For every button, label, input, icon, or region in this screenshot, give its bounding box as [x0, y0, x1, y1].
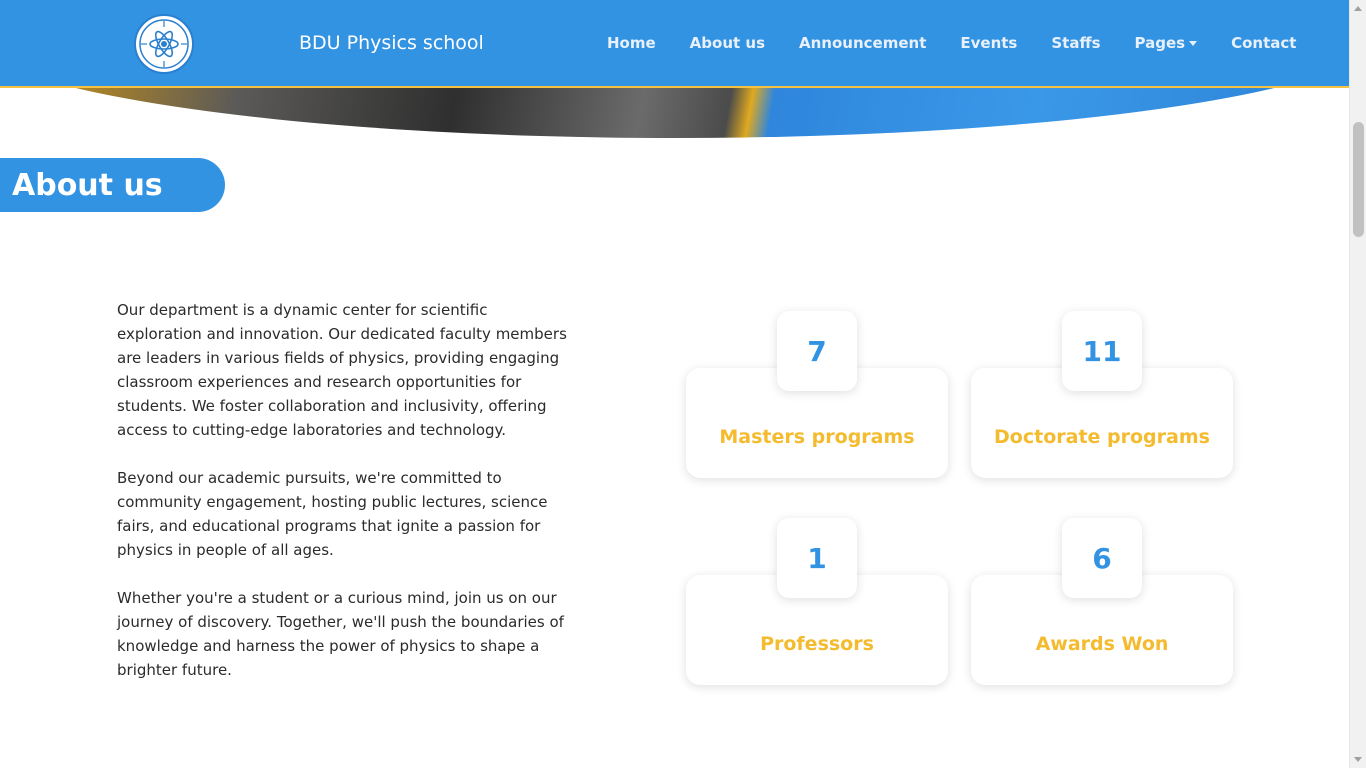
stat-number-box: 11 — [1062, 311, 1142, 391]
nav-about-us[interactable]: About us — [690, 34, 765, 52]
stat-number-box: 7 — [777, 311, 857, 391]
nav-announcement[interactable]: Announcement — [799, 34, 926, 52]
scroll-down-arrow-icon[interactable] — [1354, 757, 1362, 762]
nav-staffs-label: Staffs — [1051, 34, 1101, 52]
stat-number: 11 — [1082, 334, 1122, 368]
stat-doctorate-programs: 11 Doctorate programs — [971, 311, 1233, 486]
stat-label: Awards Won — [1035, 633, 1169, 655]
scrollbar-thumb[interactable] — [1353, 122, 1364, 237]
about-paragraph: Our department is a dynamic center for s… — [117, 301, 567, 439]
nav-about-us-label: About us — [689, 34, 766, 52]
page-scrollbar[interactable] — [1349, 0, 1366, 768]
hero-banner — [0, 88, 1349, 138]
section-title: About us — [0, 158, 225, 212]
stat-label: Doctorate programs — [994, 426, 1210, 448]
about-paragraph: Beyond our academic pursuits, we're comm… — [117, 469, 548, 559]
stat-number-box: 6 — [1062, 518, 1142, 598]
about-paragraph: Whether you're a student or a curious mi… — [117, 589, 564, 679]
stat-number-box: 1 — [777, 518, 857, 598]
nav-home[interactable]: Home — [607, 34, 656, 52]
nav-announcement-label: Announcement — [799, 34, 927, 52]
hero-photo — [0, 88, 1349, 138]
stat-awards-won: 6 Awards Won — [971, 518, 1233, 693]
nav-pages-label: Pages — [1134, 34, 1186, 52]
main-nav: Home About us Announcement Events Staffs… — [607, 34, 1296, 52]
stat-label: Masters programs — [719, 426, 915, 448]
nav-home-label: Home — [607, 34, 656, 52]
about-description: Our department is a dynamic center for s… — [117, 298, 567, 706]
nav-staffs[interactable]: Staffs — [1051, 34, 1100, 52]
stat-number: 6 — [1092, 541, 1112, 575]
stat-number: 1 — [807, 541, 827, 575]
nav-contact[interactable]: Contact — [1231, 34, 1296, 52]
nav-events-label: Events — [960, 34, 1018, 52]
page: BDU Physics school Home About us Announc… — [0, 0, 1366, 768]
navbar: BDU Physics school Home About us Announc… — [0, 0, 1349, 88]
site-brand[interactable]: BDU Physics school — [299, 32, 484, 54]
caret-down-icon — [1189, 41, 1198, 46]
stat-number: 7 — [807, 334, 827, 368]
stat-label: Professors — [760, 633, 874, 655]
nav-pages-dropdown[interactable]: Pages — [1135, 34, 1198, 52]
stat-masters-programs: 7 Masters programs — [686, 311, 948, 486]
scroll-up-arrow-icon[interactable] — [1354, 6, 1362, 11]
nav-events[interactable]: Events — [960, 34, 1017, 52]
stat-professors: 1 Professors — [686, 518, 948, 693]
nav-contact-label: Contact — [1231, 34, 1297, 52]
atom-emblem-icon[interactable] — [134, 14, 194, 74]
